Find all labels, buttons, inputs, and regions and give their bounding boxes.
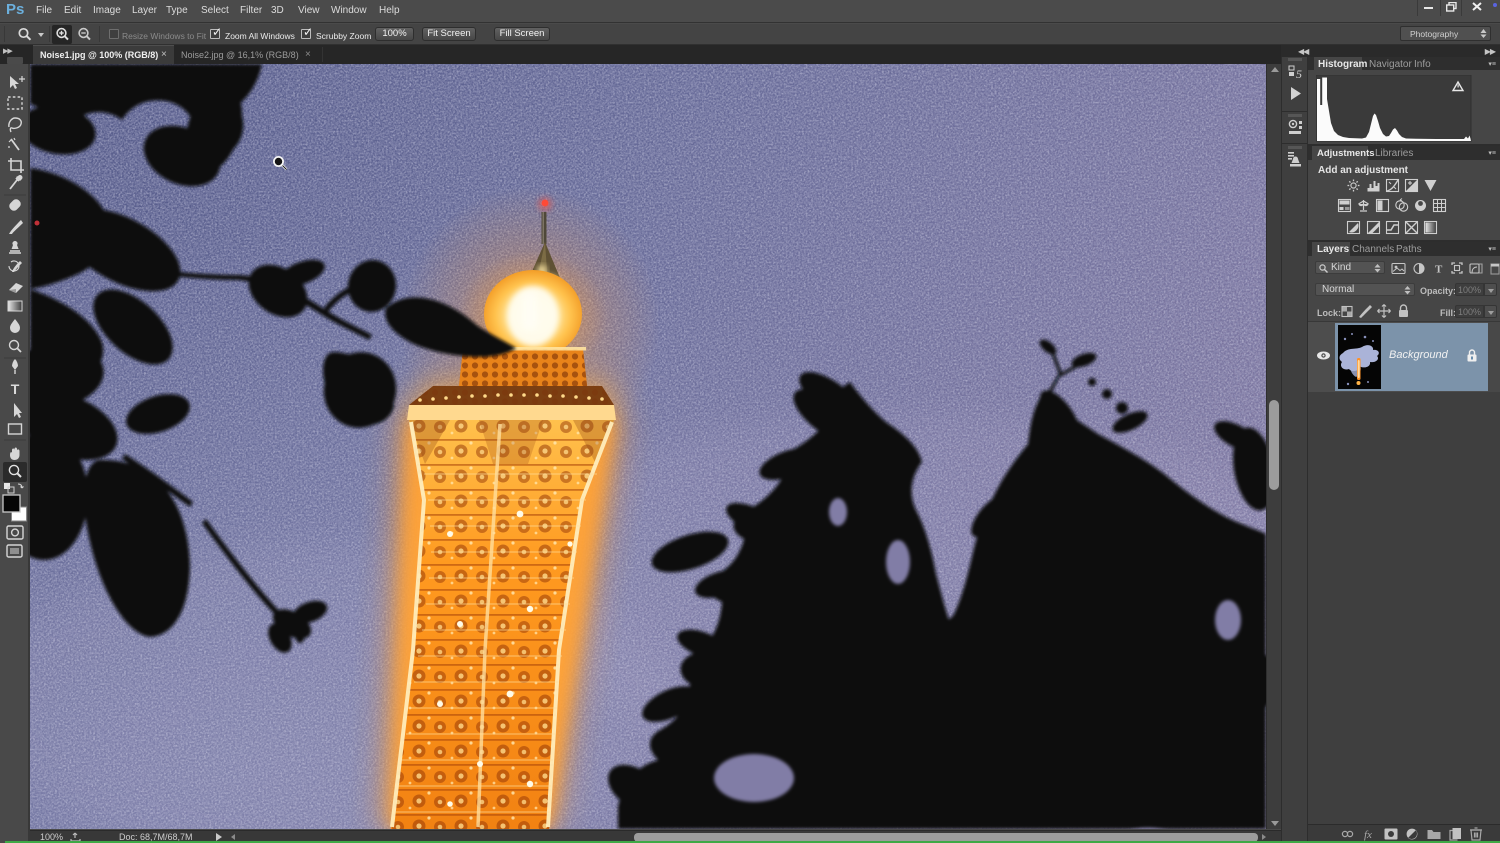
svg-text:T: T [1435, 264, 1443, 276]
svg-text:T: T [11, 381, 20, 397]
svg-text:fx: fx [1364, 829, 1372, 841]
svg-text:5: 5 [1296, 67, 1302, 81]
